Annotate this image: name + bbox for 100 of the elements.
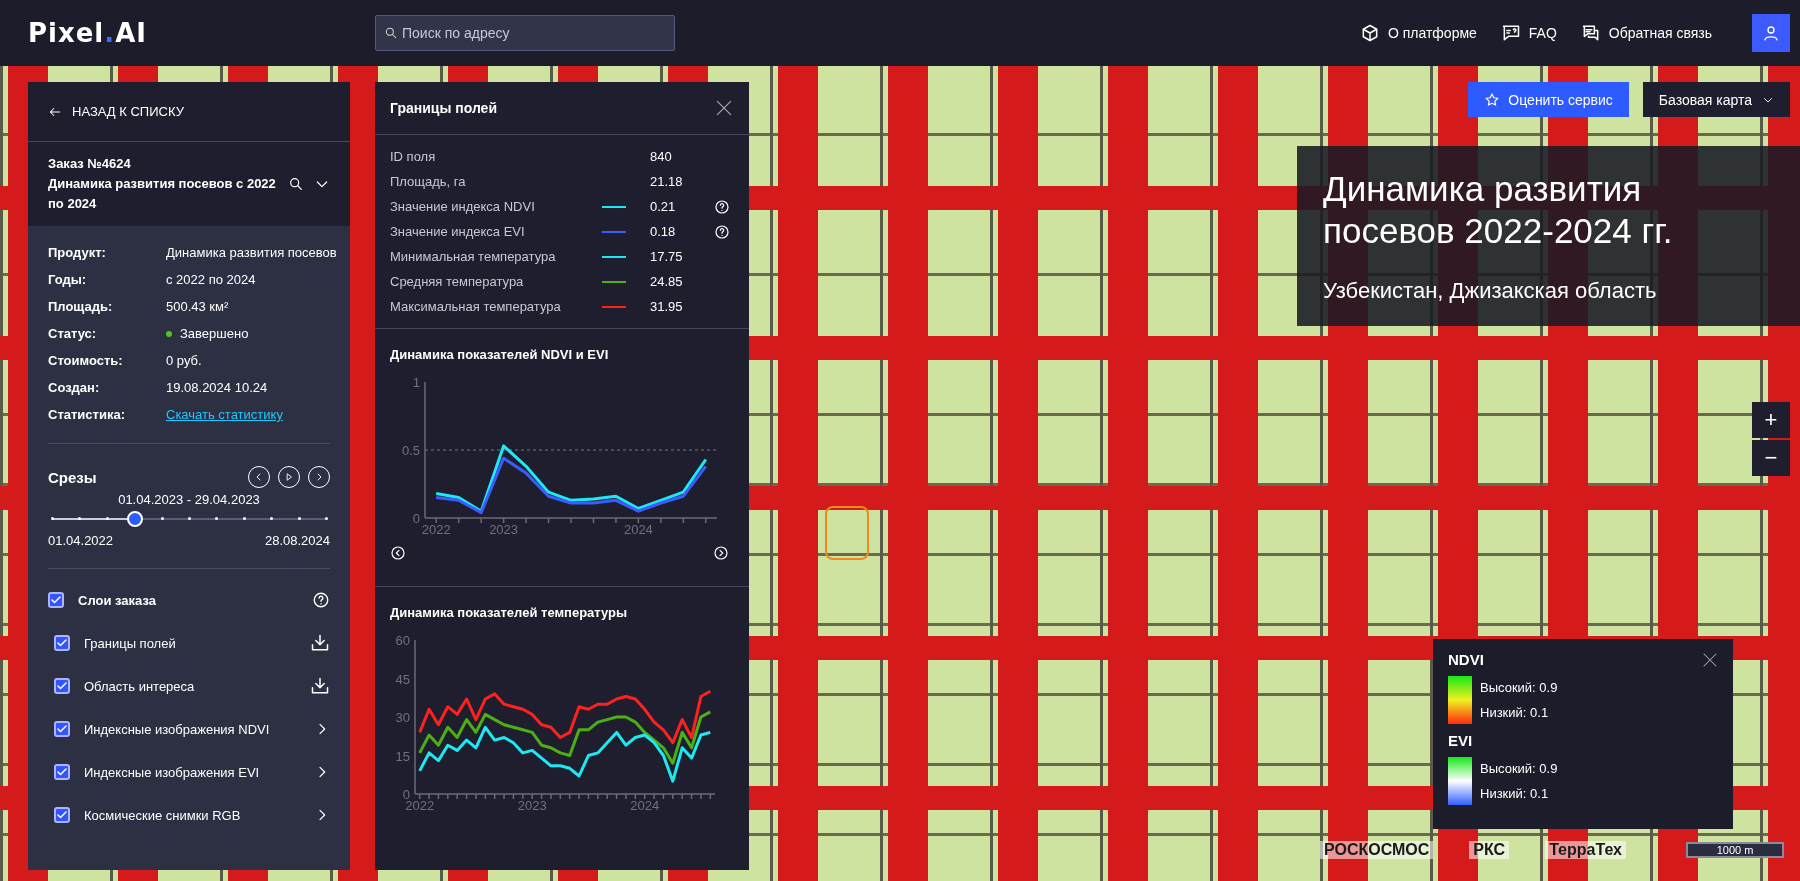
order-title: Динамика развития посевов с 2022 по 2024 bbox=[48, 175, 277, 213]
field-label: Значение индекса NDVI bbox=[390, 199, 536, 214]
map-subtitle: Узбекистан, Джизакская область bbox=[1323, 278, 1658, 304]
section-title: Срезы bbox=[48, 468, 97, 486]
slice-range: 01.04.2023 - 29.04.2023 bbox=[117, 492, 261, 507]
selected-field-outline[interactable] bbox=[825, 506, 869, 560]
chart-title: Динамика показателей температуры bbox=[389, 604, 629, 620]
close-button[interactable] bbox=[1701, 651, 1719, 669]
close-button[interactable] bbox=[714, 98, 734, 118]
field-label: Значение индекса EVI bbox=[390, 224, 526, 239]
end-date: 28.08.2024 bbox=[264, 533, 330, 548]
zoom-out-button[interactable]: − bbox=[1752, 440, 1790, 476]
axis-label: 2023 bbox=[489, 522, 519, 537]
checkbox[interactable] bbox=[54, 721, 70, 737]
layer-name: Область интереса bbox=[84, 678, 195, 694]
close-icon bbox=[1701, 651, 1719, 669]
field-value: 840 bbox=[649, 149, 673, 164]
color-ramp bbox=[1448, 676, 1472, 724]
help-icon[interactable] bbox=[312, 591, 330, 609]
chat-bubbles-icon bbox=[1580, 23, 1601, 43]
user-button[interactable] bbox=[1752, 14, 1790, 52]
field-value: 0.18 bbox=[649, 224, 677, 239]
detail-label: Статистика: bbox=[48, 407, 126, 422]
checkbox[interactable] bbox=[48, 592, 64, 608]
detail-label: Стоимость: bbox=[48, 353, 124, 368]
check-icon bbox=[56, 766, 68, 778]
field-label: Средняя температура bbox=[390, 274, 525, 289]
axis-label: 0.5 bbox=[401, 443, 420, 458]
legend-label: Низкий: 0.1 bbox=[1480, 786, 1550, 801]
legend-label: Высокий: 0.9 bbox=[1480, 680, 1558, 695]
chevron-right-circle-icon[interactable] bbox=[713, 545, 729, 561]
field-label: ID поля bbox=[390, 149, 437, 164]
partner-logo: ТерраТех bbox=[1545, 841, 1626, 859]
legend-label: Высокий: 0.9 bbox=[1480, 761, 1558, 776]
checkbox[interactable] bbox=[54, 764, 70, 780]
legend-title: NDVI bbox=[1448, 651, 1484, 668]
download-icon[interactable] bbox=[310, 676, 330, 696]
checkbox[interactable] bbox=[54, 678, 70, 694]
layer-name: Космические снимки RGB bbox=[84, 807, 241, 823]
detail-value: Динамика развития посевов bbox=[166, 245, 337, 260]
axis-label: 1 bbox=[412, 375, 420, 390]
help-icon[interactable] bbox=[714, 223, 730, 240]
detail-label: Создан: bbox=[48, 380, 101, 395]
partner-logo: РКС bbox=[1469, 841, 1510, 859]
user-icon bbox=[1762, 24, 1780, 42]
field-label: Максимальная температура bbox=[390, 299, 562, 314]
axis-label: 45 bbox=[395, 671, 410, 687]
check-icon bbox=[56, 637, 68, 649]
checkbox[interactable] bbox=[54, 807, 70, 823]
field-value: 21.18 bbox=[649, 174, 684, 189]
status-text: Завершено bbox=[180, 326, 249, 341]
field-value: 17.75 bbox=[649, 249, 684, 264]
field-label: Минимальная температура bbox=[390, 249, 557, 264]
detail-label: Годы: bbox=[48, 272, 88, 287]
layer-name: Индексные изображения EVI bbox=[84, 764, 260, 780]
zoom-in-button[interactable]: + bbox=[1752, 402, 1790, 438]
checkbox[interactable] bbox=[54, 635, 70, 651]
field-value: 24.85 bbox=[649, 274, 684, 289]
field-value: 31.95 bbox=[649, 299, 684, 314]
nav-link[interactable]: Обратная связь bbox=[1580, 23, 1712, 43]
scale-bar: 1000 m bbox=[1686, 842, 1784, 858]
download-link[interactable]: Скачать статистику bbox=[166, 407, 283, 422]
layer-name: Границы полей bbox=[84, 635, 176, 651]
search-icon bbox=[384, 26, 398, 40]
help-icon[interactable] bbox=[714, 198, 730, 215]
check-icon bbox=[56, 809, 68, 821]
axis-label: 2024 bbox=[623, 522, 653, 537]
slider-thumb[interactable] bbox=[127, 511, 144, 527]
axis-label: 2022 bbox=[421, 522, 451, 537]
legend-label: Низкий: 0.1 bbox=[1480, 705, 1550, 720]
axis-label: 15 bbox=[395, 748, 410, 764]
detail-value: 500.43 км² bbox=[166, 299, 230, 314]
order-number: Заказ №4624 bbox=[48, 155, 132, 173]
nav-link[interactable]: О платформе bbox=[1359, 23, 1477, 43]
axis-label: 0 bbox=[412, 511, 420, 526]
chevron-left-circle-icon[interactable] bbox=[390, 545, 406, 561]
search-icon[interactable] bbox=[288, 176, 304, 192]
axis-label: 2023 bbox=[517, 798, 547, 813]
detail-label: Продукт: bbox=[48, 245, 107, 260]
detail-value: 19.08.2024 10.24 bbox=[166, 380, 269, 395]
rate-button[interactable]: Оценить сервис bbox=[1468, 82, 1629, 117]
color-ramp bbox=[1448, 757, 1472, 805]
field-value: 0.21 bbox=[649, 199, 677, 214]
partner-logo: РОСКОСМОС bbox=[1320, 841, 1434, 859]
basemap-dropdown[interactable]: Базовая карта bbox=[1642, 82, 1790, 117]
nav-link[interactable]: FAQ bbox=[1500, 23, 1557, 43]
start-date: 01.04.2022 bbox=[48, 533, 114, 548]
detail-value: 0 руб. bbox=[166, 353, 203, 368]
check-icon bbox=[56, 723, 68, 735]
detail-label: Площадь: bbox=[48, 299, 114, 314]
star-icon bbox=[1484, 91, 1501, 108]
search-field[interactable]: Поиск по адресу bbox=[375, 15, 675, 51]
field-label: Площадь, га bbox=[390, 174, 467, 189]
back-link[interactable]: НАЗАД К СПИСКУ bbox=[48, 104, 184, 119]
logo: Pixel.AI bbox=[28, 18, 148, 48]
detail-value: с 2022 по 2024 bbox=[166, 272, 257, 287]
download-icon[interactable] bbox=[310, 633, 330, 653]
check-icon bbox=[50, 594, 62, 606]
panel-title: Границы полей bbox=[390, 100, 498, 116]
axis-label: 60 bbox=[395, 633, 410, 648]
